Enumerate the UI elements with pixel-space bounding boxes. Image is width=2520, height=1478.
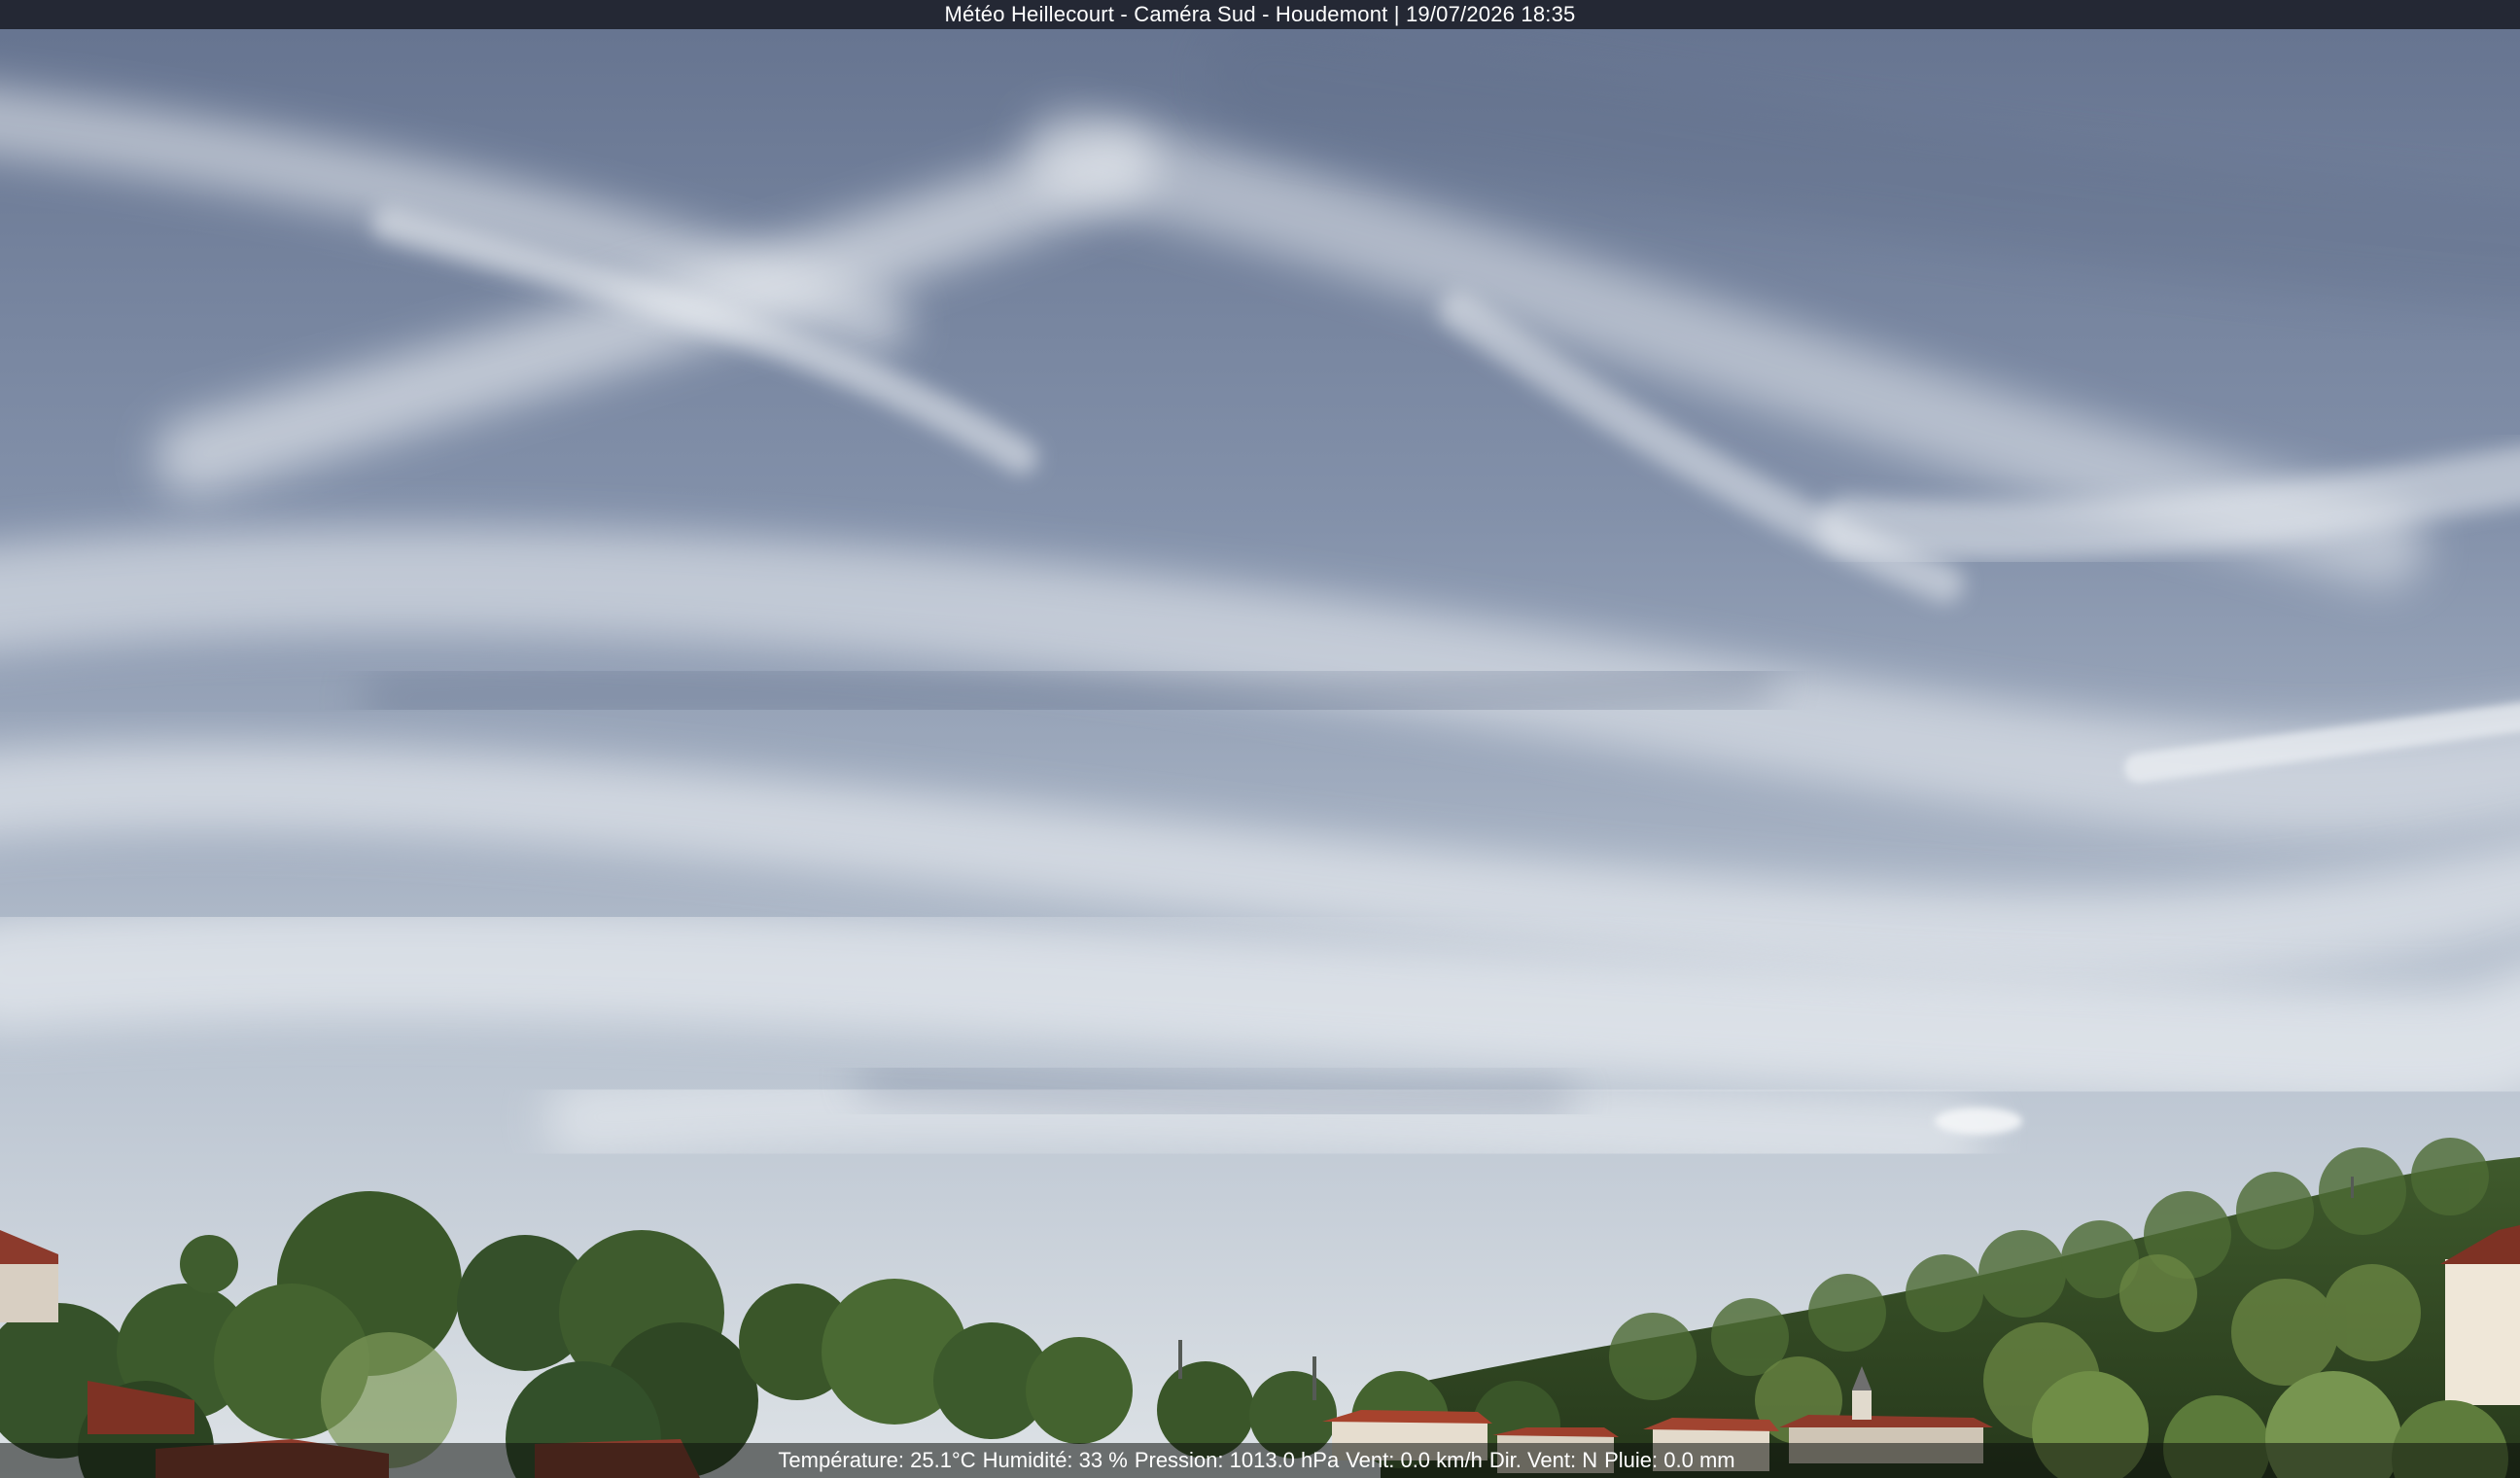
weather-readout-bar: Température: 25.1°C Humidité: 33 % Press… (0, 1443, 2520, 1478)
pressure-readout: Pression: 1013.0 hPa (1134, 1448, 1340, 1472)
camera-caption-bar: Météo Heillecourt - Caméra Sud - Houdemo… (0, 0, 2520, 29)
webcam-scene (0, 0, 2520, 1478)
wind-speed-readout: Vent: 0.0 km/h (1346, 1448, 1483, 1472)
temperature-readout: Température: 25.1°C (778, 1448, 976, 1472)
small-cloud (1935, 1108, 2022, 1135)
humidity-readout: Humidité: 33 % (982, 1448, 1128, 1472)
wind-direction-readout: Dir. Vent: N (1488, 1448, 1598, 1472)
camera-caption: Météo Heillecourt - Caméra Sud - Houdemo… (944, 2, 1576, 26)
rain-readout: Pluie: 0.0 mm (1604, 1448, 1735, 1472)
webcam-frame: Météo Heillecourt - Caméra Sud - Houdemo… (0, 0, 2520, 1478)
